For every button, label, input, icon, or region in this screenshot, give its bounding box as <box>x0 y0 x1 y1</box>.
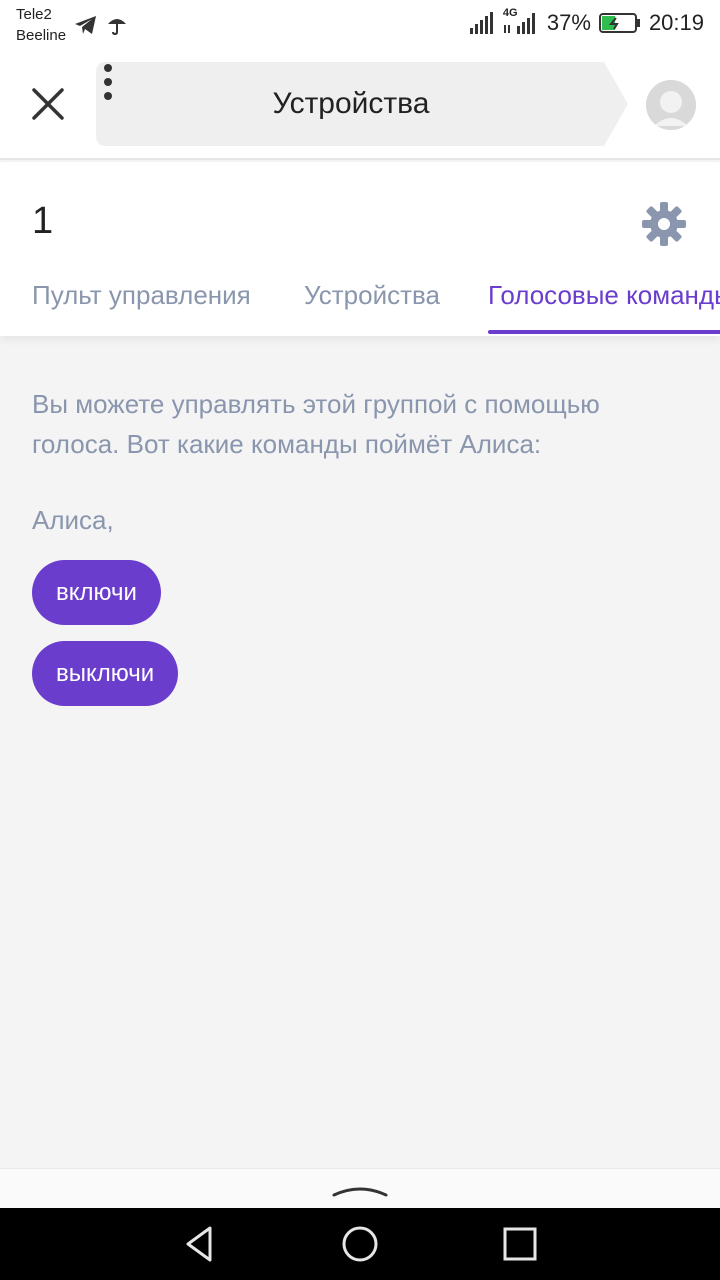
umbrella-icon <box>108 19 126 36</box>
home-icon[interactable] <box>340 1224 380 1264</box>
status-right: 4G 37% 20:19 <box>469 7 704 36</box>
gear-icon[interactable] <box>640 200 688 248</box>
signal-icon <box>469 12 493 34</box>
battery-percent: 37% <box>546 10 591 35</box>
tab-devices[interactable]: Устройства <box>304 280 440 311</box>
carrier-2: Beeline <box>16 27 67 44</box>
bottom-sheet-handle[interactable] <box>0 1168 720 1208</box>
network-signal: 4G <box>503 7 539 35</box>
close-icon[interactable] <box>28 84 68 124</box>
browser-header: Устройства <box>0 50 720 160</box>
user-avatar-icon[interactable] <box>646 80 696 130</box>
battery-charging-icon <box>598 13 640 33</box>
recents-icon[interactable] <box>500 1224 540 1264</box>
back-icon[interactable] <box>180 1224 220 1264</box>
tab-control-panel[interactable]: Пульт управления <box>32 280 251 311</box>
avatar-image <box>646 80 696 130</box>
group-title: 1 <box>32 200 54 242</box>
notification-icons <box>74 14 128 36</box>
tab-bar: Пульт управления Устройства Голосовые ко… <box>0 262 720 336</box>
tab-voice-commands[interactable]: Голосовые команды <box>488 280 720 311</box>
status-bar: Tele2 Beeline 4G 37% 20:19 <box>0 0 720 50</box>
carrier-1: Tele2 <box>16 6 52 23</box>
chevron-up-icon <box>332 1187 388 1197</box>
command-chip-on[interactable]: включи <box>32 560 161 625</box>
page-title: Устройства <box>272 87 430 120</box>
telegram-icon <box>75 16 96 34</box>
system-navigation-bar <box>0 1208 720 1280</box>
alice-prefix: Алиса, <box>32 505 114 535</box>
carrier-names: Tele2 Beeline <box>16 4 66 46</box>
clock: 20:19 <box>648 10 704 35</box>
title-bar[interactable]: Устройства <box>96 62 628 146</box>
command-chip-off[interactable]: выключи <box>32 641 179 706</box>
signal-icon-2 <box>503 13 535 34</box>
voice-commands-description: Вы можете управлять этой группой с помощ… <box>32 389 600 459</box>
group-card: 1 Пульт управления Устройства Голосовые … <box>0 162 720 336</box>
active-tab-indicator <box>488 330 720 334</box>
more-vertical-icon[interactable] <box>96 62 120 102</box>
